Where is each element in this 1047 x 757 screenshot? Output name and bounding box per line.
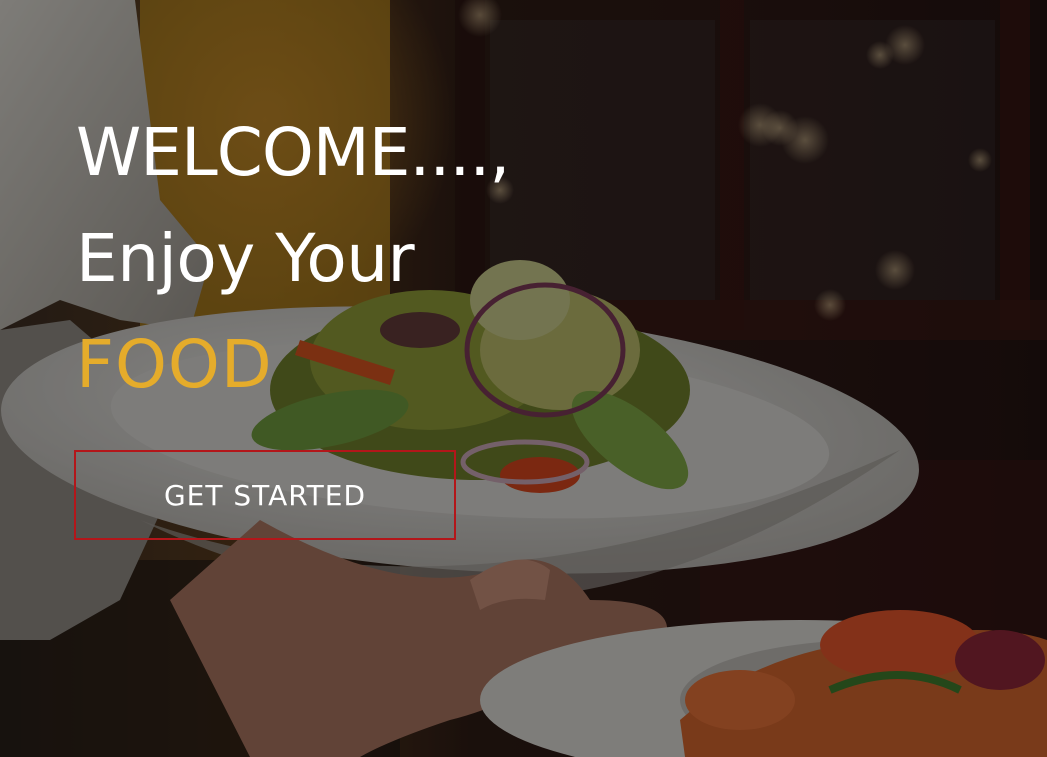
hero-headline: WELCOME...., Enjoy Your FOOD (76, 100, 716, 418)
hero-content: WELCOME...., Enjoy Your FOOD (76, 100, 716, 418)
hero-section: WELCOME...., Enjoy Your FOOD GET STARTED (0, 0, 1047, 757)
headline-welcome: WELCOME...., (76, 114, 510, 191)
get-started-button[interactable]: GET STARTED (74, 450, 456, 540)
headline-food: FOOD (76, 326, 273, 403)
headline-enjoy-your: Enjoy Your (76, 220, 415, 297)
